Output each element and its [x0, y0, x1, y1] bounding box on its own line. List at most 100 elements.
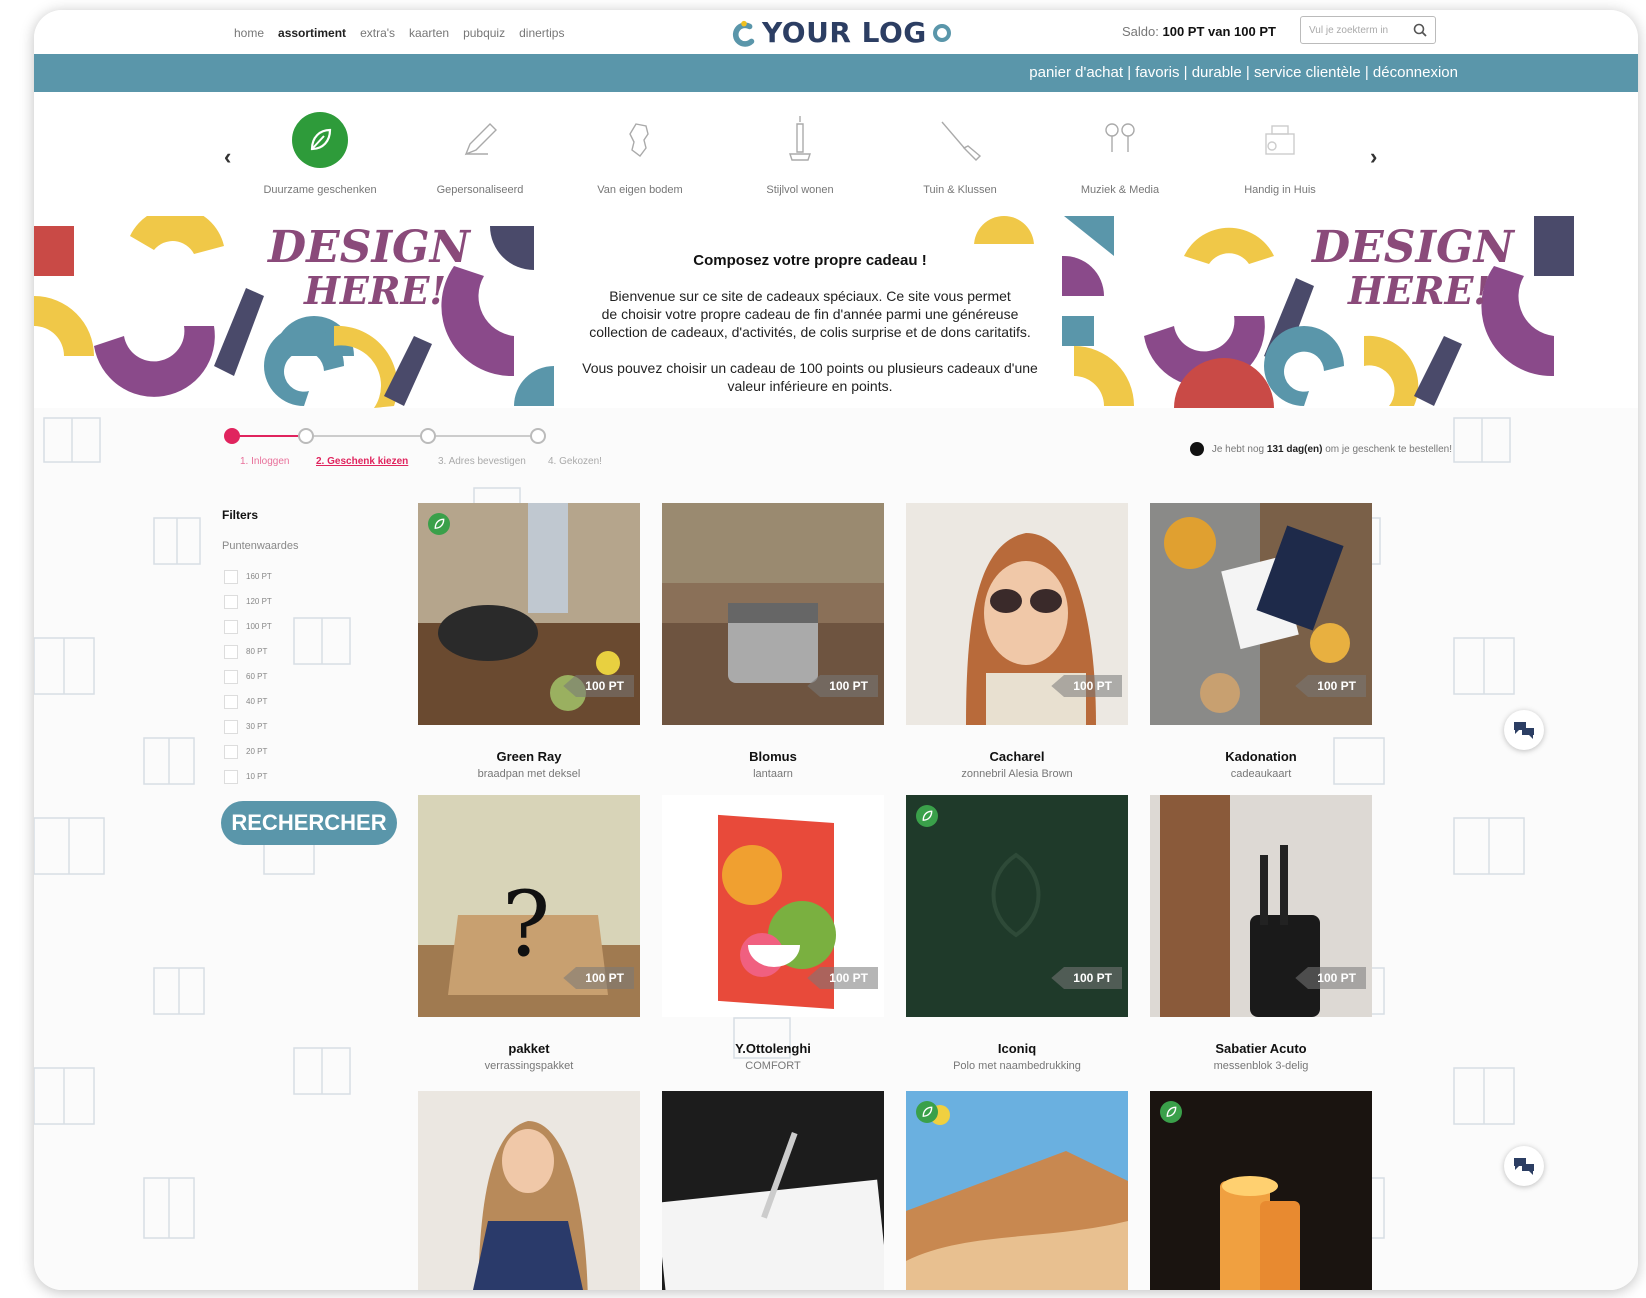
logo-o-icon: [932, 23, 951, 42]
checkbox[interactable]: [224, 744, 238, 759]
product-card[interactable]: 100 PT Kadonation cadeaukaart: [1150, 503, 1372, 780]
nav-home[interactable]: home: [234, 26, 264, 40]
product-card[interactable]: ? 100 PT pakket verrassingspakket: [418, 795, 640, 1072]
chat-icon[interactable]: [1504, 710, 1544, 750]
filter-option[interactable]: 160 PT: [224, 564, 402, 589]
nav-kaarten[interactable]: kaarten: [409, 26, 449, 40]
product-image[interactable]: [1150, 1091, 1372, 1290]
filter-option-label: 20 PT: [246, 747, 268, 756]
step-4-dot: [530, 428, 546, 444]
product-image[interactable]: 100 PT: [1150, 795, 1372, 1017]
checkbox[interactable]: [224, 594, 238, 609]
product-image[interactable]: 100 PT: [906, 795, 1128, 1017]
nav-extras[interactable]: extra's: [360, 26, 395, 40]
search-button[interactable]: RECHERCHER: [221, 801, 397, 845]
product-card[interactable]: 100 PT Iconiq Polo met naambedrukking: [906, 795, 1128, 1072]
account-links: panier d'achat | favoris | durable | ser…: [1029, 64, 1458, 81]
logo[interactable]: YOUR LOG: [730, 16, 951, 49]
points-badge: 100 PT: [807, 675, 878, 697]
product-name[interactable]: Blomus: [662, 749, 884, 764]
product-description: zonnebril Alesia Brown: [961, 768, 1073, 780]
product-card[interactable]: 100 PT Y.Ottolenghi COMFORT: [662, 795, 884, 1072]
product-image[interactable]: ? 100 PT: [418, 795, 640, 1017]
checkbox[interactable]: [224, 644, 238, 659]
product-name[interactable]: Sabatier Acuto: [1150, 1041, 1372, 1056]
nav-pubquiz[interactable]: pubquiz: [463, 26, 505, 40]
carousel-next-icon[interactable]: ›: [1370, 144, 1377, 170]
link-customer-service[interactable]: service clientèle: [1254, 64, 1361, 81]
category-stijlvol-wonen[interactable]: Stijlvol wonen: [735, 110, 865, 196]
filter-option[interactable]: 20 PT: [224, 739, 402, 764]
product-card[interactable]: 100 PT Blomus lantaarn: [662, 503, 884, 780]
filter-option[interactable]: 80 PT: [224, 639, 402, 664]
checkbox[interactable]: [224, 694, 238, 709]
filter-option[interactable]: 30 PT: [224, 714, 402, 739]
points-badge: 100 PT: [563, 967, 634, 989]
top-bar: home assortiment extra's kaarten pubquiz…: [34, 10, 1638, 54]
link-favorites[interactable]: favoris: [1135, 64, 1179, 81]
checkbox[interactable]: [224, 569, 238, 584]
category-muziek-media[interactable]: Muziek & Media: [1055, 110, 1185, 196]
design-here-left-2: HERE!: [304, 268, 447, 313]
filter-option-label: 40 PT: [246, 697, 268, 706]
nav-dinertips[interactable]: dinertips: [519, 26, 564, 40]
search-icon[interactable]: [1413, 23, 1427, 37]
separator: |: [1241, 64, 1254, 81]
product-image[interactable]: 100 PT: [662, 795, 884, 1017]
product-card[interactable]: [418, 1091, 640, 1290]
filter-option[interactable]: 100 PT: [224, 614, 402, 639]
sustainable-leaf-icon: [428, 513, 450, 535]
product-name[interactable]: pakket: [418, 1041, 640, 1056]
category-duurzame[interactable]: Duurzame geschenken: [255, 110, 385, 196]
product-card[interactable]: 100 PT Sabatier Acuto messenblok 3-delig: [1150, 795, 1372, 1072]
product-card[interactable]: [1150, 1091, 1372, 1290]
product-image[interactable]: [418, 1091, 640, 1290]
product-image[interactable]: 100 PT: [1150, 503, 1372, 725]
product-name[interactable]: Cacharel: [906, 749, 1128, 764]
checkbox[interactable]: [224, 669, 238, 684]
product-image[interactable]: 100 PT: [418, 503, 640, 725]
checkbox[interactable]: [224, 769, 238, 784]
separator: |: [1179, 64, 1192, 81]
carousel-prev-icon[interactable]: ‹: [224, 144, 231, 170]
product-card[interactable]: [662, 1091, 884, 1290]
product-card[interactable]: 100 PT Cacharel zonnebril Alesia Brown: [906, 503, 1128, 780]
product-name[interactable]: Iconiq: [906, 1041, 1128, 1056]
days-left-notice: Je hebt nog 131 dag(en) om je geschenk t…: [1189, 442, 1452, 456]
product-image[interactable]: 100 PT: [662, 503, 884, 725]
intro-text-box: Composez votre propre cadeau ! Bienvenue…: [558, 244, 1062, 408]
checkbox[interactable]: [224, 719, 238, 734]
filter-option[interactable]: 40 PT: [224, 689, 402, 714]
link-logout[interactable]: déconnexion: [1373, 64, 1458, 81]
category-tuin-klussen[interactable]: Tuin & Klussen: [895, 110, 1025, 196]
product-image[interactable]: [662, 1091, 884, 1290]
category-van-eigen-bodem[interactable]: Van eigen bodem: [575, 110, 705, 196]
filter-option[interactable]: 60 PT: [224, 664, 402, 689]
product-image[interactable]: [906, 1091, 1128, 1290]
filters-title: Filters: [222, 508, 259, 522]
design-here-right-1: DESIGN: [1312, 222, 1514, 273]
search-placeholder: Vul je zoekterm in: [1309, 24, 1389, 36]
category-handig-in-huis[interactable]: Handig in Huis: [1215, 110, 1345, 196]
product-name[interactable]: Y.Ottolenghi: [662, 1041, 884, 1056]
search-input[interactable]: Vul je zoekterm in: [1300, 16, 1436, 44]
product-card[interactable]: 100 PT Green Ray braadpan met deksel: [418, 503, 640, 780]
nav-assortiment[interactable]: assortiment: [278, 26, 346, 40]
step-2-label[interactable]: 2. Geschenk kiezen: [316, 456, 408, 467]
link-sustainable[interactable]: durable: [1192, 64, 1242, 81]
category-gepersonaliseerd[interactable]: Gepersonaliseerd: [415, 110, 545, 196]
product-name[interactable]: Kadonation: [1150, 749, 1372, 764]
product-image[interactable]: 100 PT: [906, 503, 1128, 725]
checkbox[interactable]: [224, 619, 238, 634]
link-cart[interactable]: panier d'achat: [1029, 64, 1123, 81]
step-1-label[interactable]: 1. Inloggen: [240, 456, 290, 467]
product-name[interactable]: Green Ray: [418, 749, 640, 764]
balance: Saldo: 100 PT van 100 PT: [1122, 24, 1276, 39]
product-card[interactable]: [906, 1091, 1128, 1290]
logo-text: YOUR LOG: [762, 16, 927, 49]
filter-option[interactable]: 120 PT: [224, 589, 402, 614]
category-label: Tuin & Klussen: [923, 184, 997, 196]
filter-option[interactable]: 10 PT: [224, 764, 402, 789]
chat-icon[interactable]: [1504, 1146, 1544, 1186]
product-section: 1. Inloggen 2. Geschenk kiezen 3. Adres …: [34, 408, 1638, 1290]
